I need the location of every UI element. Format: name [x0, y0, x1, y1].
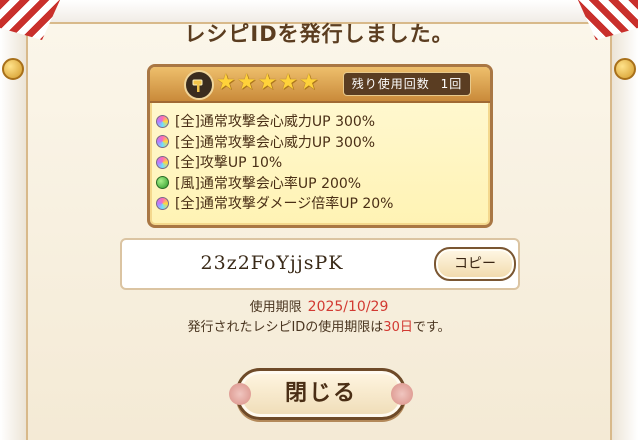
rainbow-gem-icon [156, 135, 169, 149]
remaining-uses-count: 1回 [440, 77, 463, 91]
star-icon: ★ [278, 70, 298, 95]
dialog-title: レシピIDを発行しました。 [184, 22, 454, 46]
star-icon: ★ [216, 70, 236, 95]
recipe-card: ★ ★ ★ ★ ★ 残り使用回数 1回 [全]通常攻撃会心威力UP 300% [… [147, 64, 493, 228]
expiry-line: 使用期限 2025/10/29 [0, 296, 638, 315]
expiry-note: 発行されたレシピIDの使用期限は30日です。 [0, 316, 638, 335]
expiry-date: 2025/10/29 [307, 299, 389, 315]
effect-label: [全]通常攻撃ダメージ倍率UP 20% [175, 196, 394, 213]
green-gem-icon [156, 176, 169, 190]
expiry-note-after: です。 [412, 320, 451, 335]
effect-list: [全]通常攻撃会心威力UP 300% [全]通常攻撃会心威力UP 300% [全… [156, 111, 393, 214]
expiry-note-before: 発行されたレシピIDの使用期限は [187, 320, 384, 335]
remaining-uses-label: 残り使用回数 [351, 77, 430, 91]
recipe-header: ★ ★ ★ ★ ★ 残り使用回数 1回 [150, 67, 490, 103]
expiry-label: 使用期限 [249, 300, 302, 315]
rarity-stars: ★ ★ ★ ★ ★ [216, 71, 319, 95]
close-button-label: 閉じる [284, 381, 357, 406]
rainbow-gem-icon [156, 114, 169, 128]
effect-label: [全]攻撃UP 10% [175, 155, 283, 172]
rainbow-gem-icon [156, 196, 169, 210]
flower-right-decoration [391, 383, 413, 405]
expiry-note-days: 30日 [383, 320, 413, 335]
effect-item: [全]通常攻撃会心威力UP 300% [156, 111, 393, 132]
remaining-uses-badge: 残り使用回数 1回 [343, 72, 471, 96]
knot-right-decoration [614, 58, 636, 80]
close-button[interactable]: 閉じる [229, 368, 413, 420]
effect-item: [全]通常攻撃会心威力UP 300% [156, 132, 393, 153]
effect-item: [全]攻撃UP 10% [156, 152, 393, 173]
star-icon: ★ [298, 70, 319, 95]
star-icon: ★ [236, 70, 257, 95]
rainbow-gem-icon [156, 155, 169, 169]
copy-button[interactable]: コピー [434, 247, 516, 281]
recipe-id-value: 23z2FoYjjsPK [200, 252, 344, 274]
star-icon: ★ [257, 70, 278, 95]
recipe-id-field: 23z2FoYjjsPK コピー [120, 238, 520, 290]
flower-left-decoration [229, 383, 251, 405]
knot-left-decoration [2, 58, 24, 80]
effect-label: [全]通常攻撃会心威力UP 300% [175, 134, 376, 151]
effect-item: [全]通常攻撃ダメージ倍率UP 20% [156, 193, 393, 214]
effect-item: [風]通常攻撃会心率UP 200% [156, 173, 393, 194]
effect-label: [全]通常攻撃会心威力UP 300% [175, 114, 376, 131]
effect-label: [風]通常攻撃会心率UP 200% [175, 175, 362, 192]
hammer-icon [184, 70, 214, 100]
